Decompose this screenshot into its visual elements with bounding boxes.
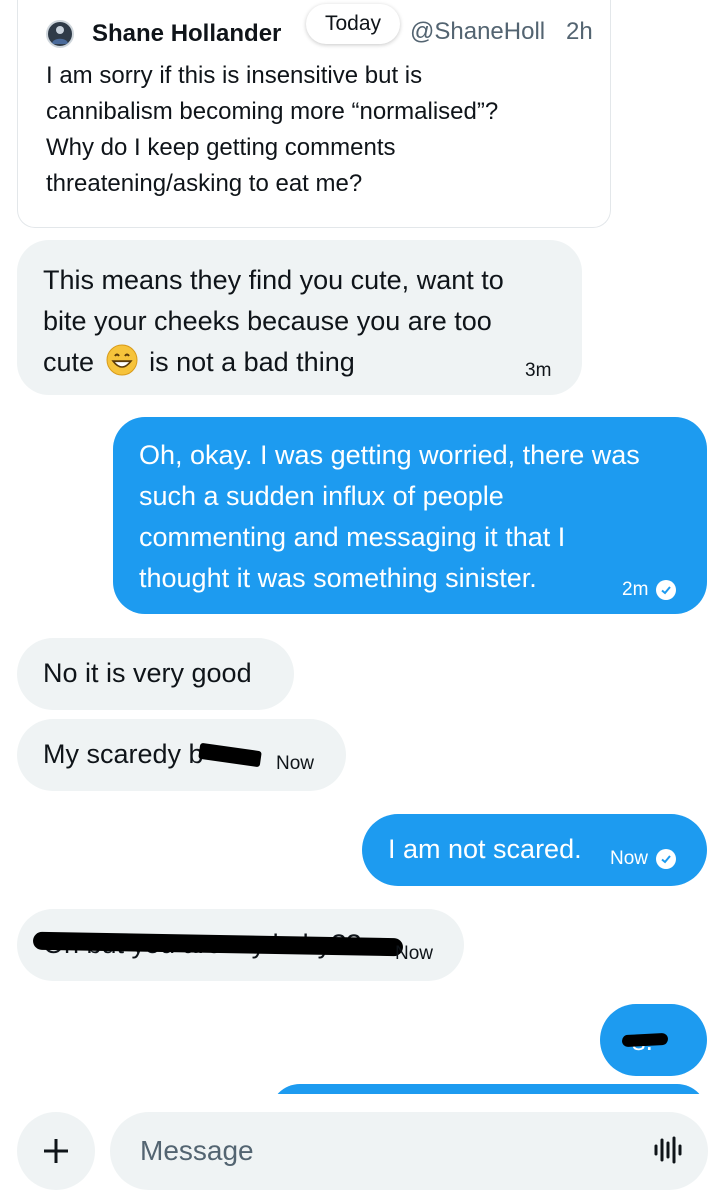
check-circle-icon [656, 849, 677, 869]
outgoing-message-bubble[interactable]: s. [600, 1004, 707, 1076]
message-text: I am not scared. [388, 834, 582, 864]
composer-bar [0, 1094, 724, 1199]
post-time: 2h [566, 18, 593, 45]
author-handle: @ShaneHoll [410, 18, 546, 45]
plus-icon [44, 1139, 68, 1163]
quoted-post-header: Shane Hollander [46, 18, 281, 50]
message-time: Now [395, 943, 434, 964]
message-line: such a sudden influx of people [139, 481, 504, 511]
quoted-post-line: threatening/asking to eat me? [46, 170, 363, 197]
check-circle-icon [656, 580, 677, 600]
message-input[interactable] [110, 1112, 708, 1190]
outgoing-message-bubble[interactable]: Oh, okay. I was getting worried, there w… [113, 417, 707, 614]
message-status: Now [610, 848, 677, 870]
date-separator: Today [306, 4, 400, 44]
message-time: 3m [525, 360, 552, 381]
message-line: This means they find you cute, want to [43, 265, 504, 295]
incoming-message-bubble[interactable]: Oh but you are my baby?? Now [17, 909, 464, 981]
quoted-post-line: Why do I keep getting comments [46, 134, 396, 161]
message-text: My scaredy b [43, 739, 204, 769]
audio-waveform-icon [654, 1136, 682, 1164]
incoming-message-bubble[interactable]: No it is very good [17, 638, 294, 710]
message-text: This means they find you cute, want to b… [43, 260, 504, 383]
avatar [46, 20, 74, 48]
message-text: No it is very good [43, 658, 252, 688]
incoming-message-bubble[interactable]: This means they find you cute, want to b… [17, 240, 582, 395]
message-line: cute is not a bad thing [43, 342, 504, 383]
message-time: Now [276, 753, 315, 774]
message-line: bite your cheeks because you are too [43, 306, 492, 336]
voice-message-button[interactable] [650, 1132, 686, 1168]
message-time: Now [610, 848, 649, 869]
message-line: Oh, okay. I was getting worried, there w… [139, 440, 640, 470]
message-time: 2m [622, 579, 649, 600]
quoted-post-line: I am sorry if this is insensitive but is [46, 62, 423, 89]
grinning-face-emoji-icon [106, 344, 138, 376]
quoted-post-text: I am sorry if this is insensitive but is… [46, 58, 601, 202]
add-attachment-button[interactable] [17, 1112, 95, 1190]
outgoing-message-bubble[interactable]: I am not scared. Now [362, 814, 707, 886]
message-status: 2m [622, 579, 677, 601]
quoted-post-line: cannibalism becoming more “normalised”? [46, 98, 499, 125]
redaction-mark [621, 1032, 669, 1048]
message-line: commenting and messaging it that I [139, 522, 566, 552]
avatar-figure-icon [52, 26, 68, 44]
redaction-mark [198, 742, 262, 768]
author-name: Shane Hollander [92, 20, 282, 47]
incoming-message-bubble[interactable]: My scaredy b Now [17, 719, 346, 791]
message-text: Oh, okay. I was getting worried, there w… [139, 435, 640, 599]
message-line: thought it was something sinister. [139, 563, 537, 593]
